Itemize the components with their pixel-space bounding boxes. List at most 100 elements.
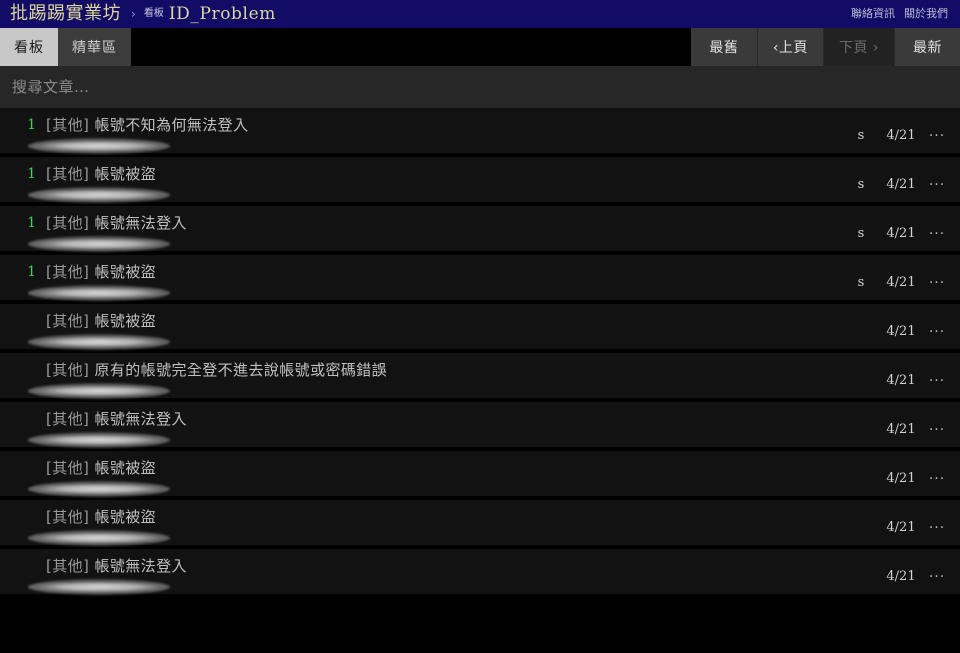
- about-us-link[interactable]: 關於我們: [904, 6, 948, 22]
- contact-info-link[interactable]: 聯絡資訊: [851, 6, 895, 22]
- post-row[interactable]: [其他] 原有的帳號完全登不進去說帳號或密碼錯誤 4/21 ···: [0, 353, 960, 402]
- top-navigation-bar: 批踢踢實業坊 › 看板 ID_Problem 聯絡資訊 關於我們: [0, 0, 960, 28]
- pager-oldest-label: 最舊: [709, 40, 739, 56]
- post-row-main: 1 [其他] 帳號被盜: [0, 157, 844, 203]
- post-row-meta: 4/21 ···: [844, 364, 960, 398]
- post-date: 4/21: [886, 520, 916, 535]
- post-title-wrapper: [其他] 帳號無法登入: [28, 212, 844, 252]
- post-title[interactable]: [其他] 帳號被盜: [46, 163, 844, 185]
- post-title[interactable]: [其他] 帳號無法登入: [46, 408, 844, 430]
- post-date: 4/21: [886, 373, 916, 388]
- post-category-tag: [其他]: [46, 557, 90, 575]
- pager-prev-label: ‹上頁: [772, 40, 808, 56]
- post-title-wrapper: [其他] 帳號被盜: [28, 261, 844, 301]
- post-more-options-icon[interactable]: ···: [924, 226, 950, 242]
- post-row[interactable]: 1 [其他] 帳號被盜 s 4/21 ···: [0, 255, 960, 304]
- post-more-options-icon[interactable]: ···: [924, 324, 950, 340]
- post-row[interactable]: [其他] 帳號被盜 4/21 ···: [0, 451, 960, 500]
- post-more-options-icon[interactable]: ···: [924, 520, 950, 536]
- post-title-wrapper: [其他] 帳號被盜: [28, 310, 844, 350]
- post-more-options-icon[interactable]: ···: [924, 275, 950, 291]
- pager-prev-button[interactable]: ‹上頁: [756, 28, 823, 66]
- post-row-main: 1 [其他] 帳號無法登入: [0, 206, 844, 252]
- post-category-tag: [其他]: [46, 214, 90, 232]
- post-row[interactable]: [其他] 帳號被盜 4/21 ···: [0, 304, 960, 353]
- post-author-redacted: [28, 236, 170, 252]
- post-title-text: 帳號被盜: [89, 459, 157, 477]
- post-title[interactable]: [其他] 原有的帳號完全登不進去說帳號或密碼錯誤: [46, 359, 844, 381]
- post-date: 4/21: [886, 569, 916, 584]
- post-author-redacted: [28, 530, 170, 546]
- tab-board[interactable]: 看板: [0, 28, 58, 66]
- post-date: 4/21: [886, 422, 916, 437]
- post-row-main: [其他] 帳號無法登入: [0, 402, 844, 448]
- post-row-meta: 4/21 ···: [844, 560, 960, 594]
- post-more-options-icon[interactable]: ···: [924, 422, 950, 438]
- post-title-wrapper: [其他] 帳號無法登入: [28, 555, 844, 595]
- post-title-wrapper: [其他] 原有的帳號完全登不進去說帳號或密碼錯誤: [28, 359, 844, 399]
- post-date: 4/21: [886, 128, 916, 143]
- tab-digest[interactable]: 精華區: [58, 28, 131, 66]
- post-row[interactable]: 1 [其他] 帳號不知為何無法登入 s 4/21 ···: [0, 108, 960, 157]
- post-title[interactable]: [其他] 帳號被盜: [46, 261, 844, 283]
- post-row-meta: 4/21 ···: [844, 315, 960, 349]
- tab-board-label: 看板: [14, 40, 44, 56]
- post-more-options-icon[interactable]: ···: [924, 373, 950, 389]
- post-row[interactable]: [其他] 帳號無法登入 4/21 ···: [0, 549, 960, 598]
- post-title[interactable]: [其他] 帳號無法登入: [46, 555, 844, 577]
- post-row[interactable]: [其他] 帳號無法登入 4/21 ···: [0, 402, 960, 451]
- post-author-redacted: [28, 432, 170, 448]
- breadcrumb-board-name: ID_Problem: [168, 4, 276, 24]
- post-row-meta: s 4/21 ···: [844, 119, 960, 153]
- post-row-meta: s 4/21 ···: [844, 217, 960, 251]
- post-author-redacted: [28, 334, 170, 350]
- post-more-options-icon[interactable]: ···: [924, 128, 950, 144]
- post-row-meta: 4/21 ···: [844, 462, 960, 496]
- post-title[interactable]: [其他] 帳號被盜: [46, 310, 844, 332]
- post-title[interactable]: [其他] 帳號無法登入: [46, 212, 844, 234]
- breadcrumb-kind-label: 看板: [143, 8, 164, 19]
- app-root: 批踢踢實業坊 › 看板 ID_Problem 聯絡資訊 關於我們 看板 精華區 …: [0, 0, 960, 653]
- post-title-text: 帳號無法登入: [89, 214, 187, 232]
- post-author-redacted: [28, 481, 170, 497]
- post-title-text: 帳號被盜: [89, 263, 157, 281]
- tab-list: 看板 精華區: [0, 28, 131, 66]
- post-row-main: [其他] 原有的帳號完全登不進去說帳號或密碼錯誤: [0, 353, 844, 399]
- post-author-redacted: [28, 579, 170, 595]
- post-author-initial: s: [857, 226, 865, 241]
- post-category-tag: [其他]: [46, 361, 90, 379]
- post-more-options-icon[interactable]: ···: [924, 177, 950, 193]
- post-comment-count: 1: [27, 264, 36, 280]
- post-title-text: 帳號不知為何無法登入: [89, 116, 249, 134]
- post-title-wrapper: [其他] 帳號不知為何無法登入: [28, 114, 844, 154]
- post-more-options-icon[interactable]: ···: [924, 471, 950, 487]
- site-title: 批踢踢實業坊: [10, 3, 121, 24]
- post-date: 4/21: [886, 177, 916, 192]
- pager-next-label: 下頁 ›: [838, 40, 879, 56]
- post-more-options-icon[interactable]: ···: [924, 569, 950, 585]
- pager-newest-label: 最新: [913, 40, 942, 56]
- post-category-tag: [其他]: [46, 410, 90, 428]
- post-title-text: 帳號被盜: [89, 165, 157, 183]
- post-row-meta: s 4/21 ···: [844, 168, 960, 202]
- post-author-redacted: [28, 138, 170, 154]
- pager-oldest-button[interactable]: 最舊: [690, 28, 757, 66]
- post-row-main: [其他] 帳號被盜: [0, 304, 844, 350]
- post-row-main: [其他] 帳號被盜: [0, 500, 844, 546]
- pager-newest-button[interactable]: 最新: [894, 28, 960, 66]
- top-bar-links: 聯絡資訊 關於我們: [851, 6, 952, 22]
- post-row[interactable]: [其他] 帳號被盜 4/21 ···: [0, 500, 960, 549]
- post-title-text: 帳號被盜: [89, 508, 157, 526]
- post-category-tag: [其他]: [46, 116, 90, 134]
- post-title[interactable]: [其他] 帳號被盜: [46, 506, 844, 528]
- post-title[interactable]: [其他] 帳號被盜: [46, 457, 844, 479]
- search-input[interactable]: [12, 66, 948, 108]
- post-row[interactable]: 1 [其他] 帳號被盜 s 4/21 ···: [0, 157, 960, 206]
- post-row[interactable]: 1 [其他] 帳號無法登入 s 4/21 ···: [0, 206, 960, 255]
- post-date: 4/21: [886, 275, 916, 290]
- post-comment-count: 1: [27, 166, 36, 182]
- post-title-text: 帳號無法登入: [89, 557, 187, 575]
- pagination-controls: 最舊 ‹上頁 下頁 › 最新: [690, 28, 960, 66]
- post-title-wrapper: [其他] 帳號被盜: [28, 457, 844, 497]
- post-title[interactable]: [其他] 帳號不知為何無法登入: [46, 114, 844, 136]
